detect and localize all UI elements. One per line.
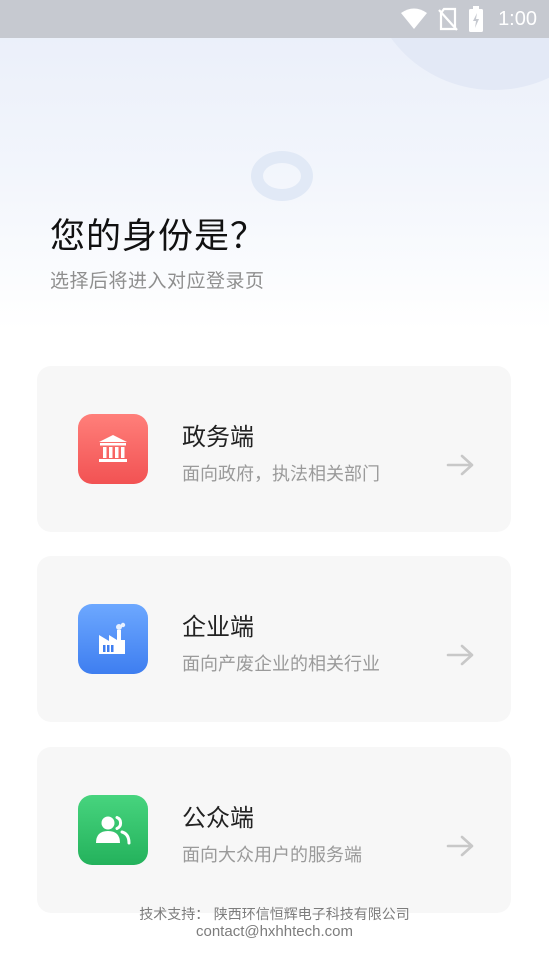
users-icon bbox=[78, 795, 148, 865]
status-time: 1:00 bbox=[498, 7, 537, 30]
public-portal-card[interactable]: 公众端 面向大众用户的服务端 bbox=[37, 747, 511, 913]
card-description: 面向产废企业的相关行业 bbox=[182, 654, 380, 675]
tech-support-text: 技术支持： 陕西环信恒辉电子科技有限公司 bbox=[139, 907, 410, 923]
government-portal-card[interactable]: 政务端 面向政府，执法相关部门 bbox=[37, 366, 511, 532]
arrow-right-icon bbox=[446, 454, 474, 476]
arrow-right-icon bbox=[446, 835, 474, 857]
card-description: 面向大众用户的服务端 bbox=[182, 845, 362, 866]
no-sim-icon bbox=[438, 7, 458, 31]
battery-charging-icon bbox=[469, 6, 484, 32]
card-title: 企业端 bbox=[182, 613, 254, 641]
status-bar: 1:00 bbox=[0, 0, 549, 38]
decorative-ring bbox=[251, 151, 313, 201]
card-description: 面向政府，执法相关部门 bbox=[182, 464, 380, 485]
page-title: 您的身份是？ bbox=[50, 217, 267, 257]
government-building-icon bbox=[78, 414, 148, 484]
wifi-icon bbox=[401, 8, 428, 29]
enterprise-portal-card[interactable]: 企业端 面向产废企业的相关行业 bbox=[37, 556, 511, 722]
card-title: 政务端 bbox=[182, 423, 254, 451]
factory-icon bbox=[78, 604, 148, 674]
page-subtitle: 选择后将进入对应登录页 bbox=[50, 270, 265, 292]
card-title: 公众端 bbox=[182, 804, 254, 832]
arrow-right-icon bbox=[446, 644, 474, 666]
contact-email[interactable]: contact@hxhhtech.com bbox=[0, 923, 549, 940]
